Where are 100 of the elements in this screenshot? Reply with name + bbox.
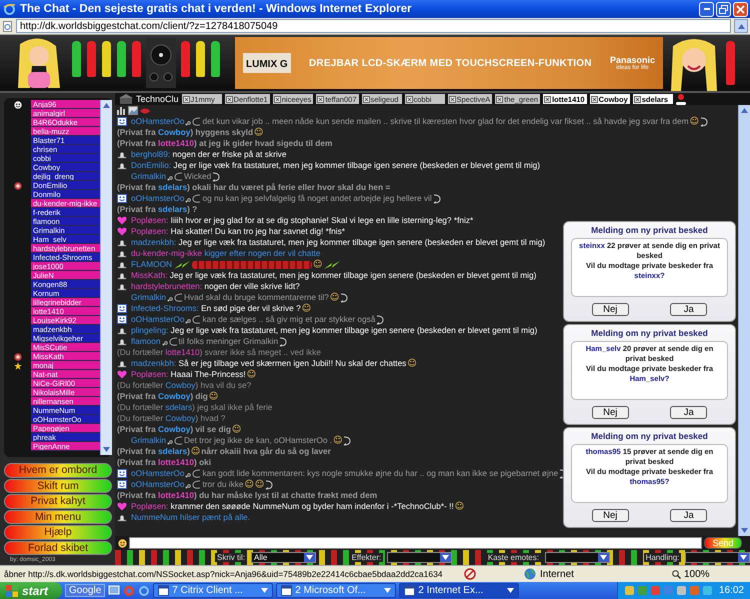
restore-icon — [719, 4, 728, 14]
username-link[interactable]: oOHamsterOo — [131, 468, 184, 479]
taskbar-button[interactable]: 2 Internet Ex... — [399, 583, 520, 598]
username-link[interactable]: Grimalkin — [131, 435, 166, 446]
caret-down-icon — [600, 555, 607, 560]
dropdown[interactable] — [685, 552, 750, 563]
chat-message: (Privat fra lotte1410) du har måske lyst til at chatte frækt med dem — [117, 490, 378, 501]
chat-message: Wicked — [184, 171, 212, 182]
dialog-button[interactable]: Ja — [670, 303, 708, 316]
dialog-button[interactable]: Ja — [670, 509, 708, 522]
emoticon: ☺ — [246, 370, 256, 380]
stage-light-drawing — [726, 41, 735, 85]
username-link[interactable]: oOHamsterOo — [131, 116, 184, 127]
chat-message: tror du ikke — [202, 479, 244, 490]
chat-message: hardstylebrunetten: nogen der ville skrive lidt? — [131, 281, 300, 292]
chat-message: Popløsen: Haaai The-Princess! — [131, 369, 246, 380]
chat-message: plingeling: Jeg er lige væk fra tastaturet, men jeg kommer tilbage igen senere (beskeden er blevet gemt til mig) — [131, 325, 538, 336]
chat-message: Popløsen: Iiiih hvor er jeg glad for at se dig stophanie! Skal vi lege en lille isterning-leg? *fniz* — [131, 215, 474, 226]
username-link[interactable]: FLAMOON — [131, 259, 172, 270]
close-box-icon — [448, 96, 456, 102]
ad-headline: DREJBAR LCD-SKÆRM MED TOUCHSCREEN-FUNKTION — [308, 58, 592, 68]
chat-message: (Du fortæller sdelars) jeg skal ikke på ferie — [117, 402, 272, 413]
bar-chart-icon — [117, 106, 126, 115]
username-link[interactable]: Grimalkin — [131, 292, 166, 303]
star-icon — [14, 362, 22, 370]
caret-down-icon — [740, 555, 747, 560]
username-link[interactable]: oOHamsterOo — [131, 193, 184, 204]
dropdown[interactable]: Alle — [251, 552, 316, 563]
mask-face-icon — [14, 100, 22, 108]
chat-message: Popløsen: krammer den søøøde NummeNum og byder ham indenfor i -*TechnoClub*- !! — [131, 501, 454, 512]
chat-message: Hvad skal du bruge kommentarerne til? — [184, 292, 329, 303]
curl-icon — [340, 292, 348, 302]
dialog-button[interactable]: Nej — [592, 303, 629, 316]
thought-bubble-icon — [185, 117, 202, 126]
username-link[interactable]: Grimalkin — [131, 171, 166, 182]
caret-down-icon — [103, 447, 110, 452]
emoticon: ☺ — [313, 260, 322, 270]
scrollbar[interactable] — [100, 100, 112, 455]
menu-button[interactable]: Privat kahyt — [4, 494, 112, 508]
dialog-button[interactable]: Ja — [670, 406, 708, 419]
chat-message: nårr okaiii hva går du så og laver — [201, 446, 331, 457]
chat-message: (Privat fra sdelars) okali har du været på ferie eller hvor skal du hen = — [117, 182, 390, 193]
taskbar-button[interactable]: 2 Microsoft Of... — [276, 583, 396, 598]
menu-button[interactable]: Skift rum — [4, 478, 112, 493]
tray-icon[interactable] — [676, 585, 687, 596]
menu-button[interactable]: Min menu — [4, 510, 112, 524]
browser-logo-icon[interactable] — [138, 584, 150, 596]
menu-button[interactable]: Forlad skibet — [4, 540, 112, 555]
window-icon — [158, 585, 170, 596]
option-label: Kaste emotes: — [486, 553, 541, 562]
caret-up-icon — [103, 103, 110, 108]
thought-bubble-icon — [167, 293, 184, 302]
speaker-drawing — [146, 38, 176, 88]
close-button[interactable] — [733, 2, 748, 16]
minimize-button[interactable] — [699, 2, 714, 16]
close-box-icon — [274, 96, 281, 102]
dialog-button[interactable]: Nej — [592, 406, 629, 419]
minimize-icon — [704, 8, 710, 10]
taskbar-button[interactable]: 7 Citrix Client ... — [153, 583, 274, 598]
maximize-button[interactable] — [716, 2, 731, 16]
caret-down-icon — [507, 588, 514, 593]
address-field[interactable]: http://dk.worldsbiggestchat.com/client/?z=1278418075049 — [16, 19, 731, 33]
close-box-icon — [544, 96, 552, 102]
lips-icon — [140, 106, 150, 114]
emote-picker-icon[interactable] — [118, 538, 127, 548]
menu-button[interactable]: Hvem er ombord — [4, 463, 112, 478]
tray-icon[interactable] — [624, 585, 635, 596]
curl-icon — [212, 172, 220, 182]
close-box-icon — [634, 96, 641, 102]
emoticon: ☺ — [232, 424, 242, 434]
desktop-icon[interactable] — [108, 584, 120, 596]
thought-bubble-icon — [167, 436, 184, 445]
scrollbar[interactable] — [738, 105, 750, 536]
dialog-button[interactable]: Nej — [592, 509, 629, 522]
username-link[interactable]: flamoon — [131, 336, 161, 347]
chat-message: (Du fortæller lotte1410) svarer ikke så meget .. ved ikke — [117, 347, 321, 358]
curl-icon — [279, 336, 288, 346]
tray-icon[interactable] — [702, 585, 713, 596]
chat-message: og nu kan jeg selvfalgelig få noget andet arbejde jeg hellere vil — [202, 193, 432, 204]
dropdown[interactable] — [387, 552, 452, 563]
zoom-control[interactable]: 100% — [672, 568, 710, 580]
username-link[interactable]: oOHamsterOo — [131, 479, 184, 490]
chat-message: Popløsen: Hai skatter! Du kan tro jeg har savnet dig! *fnis* — [131, 226, 345, 237]
thought-bubble-icon — [185, 469, 202, 478]
emoticon: ☺ — [690, 116, 699, 126]
search-field[interactable]: Google — [65, 584, 106, 597]
chat-message: Infected-Shrooms: En sød pige der vil skrive ? — [131, 303, 301, 314]
menu-button[interactable]: Hjælp — [4, 525, 112, 540]
chat-message: kan godt lide kommentaren: kys nogle smukke øjne du har .. og man kan ikke se pigebarnet øjne — [202, 468, 558, 479]
caret-down-icon — [741, 528, 748, 533]
chat-message: kan de sælges .. så giv mig et par stykker også — [202, 314, 376, 325]
username-link[interactable]: oOHamsterOo — [131, 314, 184, 325]
close-box-icon — [406, 96, 412, 102]
emoticon: ☺ — [190, 446, 200, 456]
dropdown[interactable] — [544, 552, 610, 563]
caret-down-icon — [306, 555, 313, 560]
chat-message: det kun vikar job .. meen nåde kun sende mailen .. skrive til kæresten hvor glad for det endelig var fikset .. så havde jeg svar fra dem — [202, 116, 689, 127]
message-input[interactable] — [129, 537, 702, 549]
scroll-button[interactable] — [734, 19, 748, 33]
chat-message: (Privat fra lotte1410) at jeg ik gider hvad sigedu til dem — [117, 138, 332, 149]
